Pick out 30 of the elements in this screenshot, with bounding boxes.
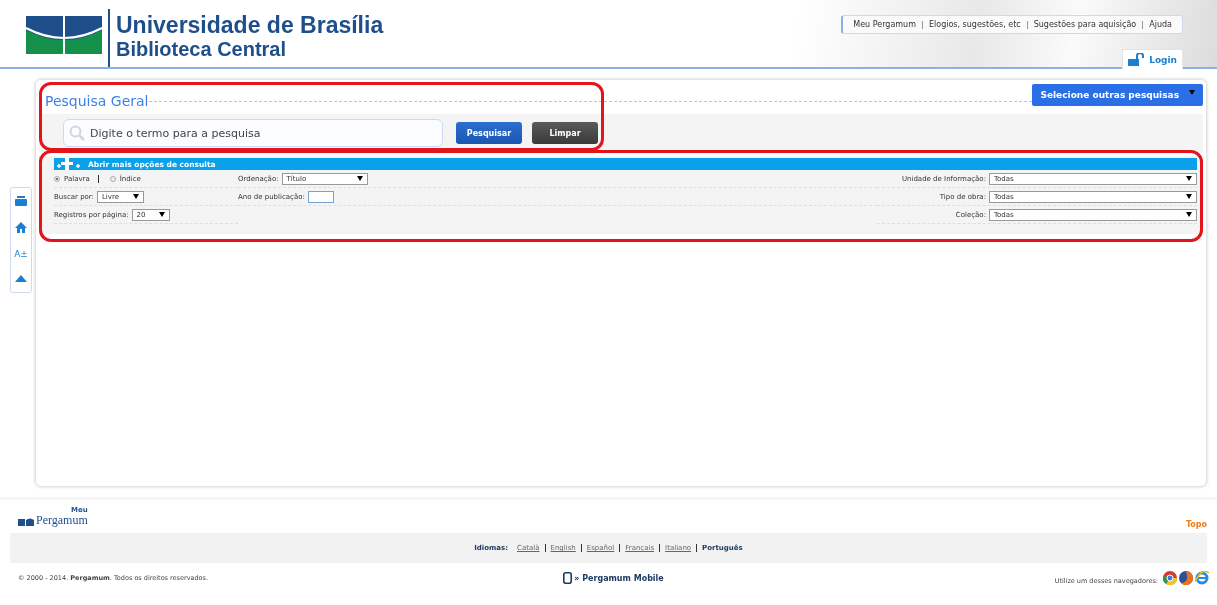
year-input[interactable] <box>307 190 334 203</box>
caret-icon <box>1186 194 1192 199</box>
top-link[interactable]: Meu Pergamum <box>853 20 916 29</box>
mobile-link[interactable]: » Pergamum Mobile <box>563 572 664 584</box>
clear-button[interactable]: Limpar <box>532 122 598 144</box>
phone-icon <box>563 572 573 584</box>
search-field[interactable]: Digite o termo para a pesquisa <box>63 119 443 147</box>
font-size-button[interactable]: A± <box>14 249 28 259</box>
site-title: Universidade de Brasília <box>116 11 384 38</box>
site-subtitle: Biblioteca Central <box>116 37 288 60</box>
chrome-icon[interactable] <box>1163 571 1177 585</box>
caret-icon <box>159 212 166 217</box>
section-title: Pesquisa Geral <box>45 93 149 109</box>
caret-icon <box>1186 212 1192 217</box>
caret-icon <box>356 176 363 181</box>
search-icon <box>69 125 85 141</box>
caret-icon <box>133 194 139 199</box>
caret-icon <box>1189 90 1195 95</box>
internet-explorer-icon[interactable] <box>1195 571 1209 585</box>
login-button[interactable]: Login <box>1122 49 1183 69</box>
up-arrow-icon[interactable] <box>15 275 27 282</box>
firefox-icon[interactable] <box>1179 571 1193 585</box>
top-link[interactable]: Ajuda <box>1149 20 1172 29</box>
home-icon[interactable] <box>15 222 27 233</box>
search-button[interactable]: Pesquisar <box>456 122 522 144</box>
top-link[interactable]: Elogios, sugestões, etc <box>929 20 1021 29</box>
caret-icon <box>1186 176 1192 181</box>
other-searches-dropdown[interactable]: Selecione outras pesquisas <box>1032 84 1203 106</box>
padlock-icon <box>1128 53 1145 66</box>
top-link[interactable]: Sugestões para aquisição <box>1033 20 1137 29</box>
